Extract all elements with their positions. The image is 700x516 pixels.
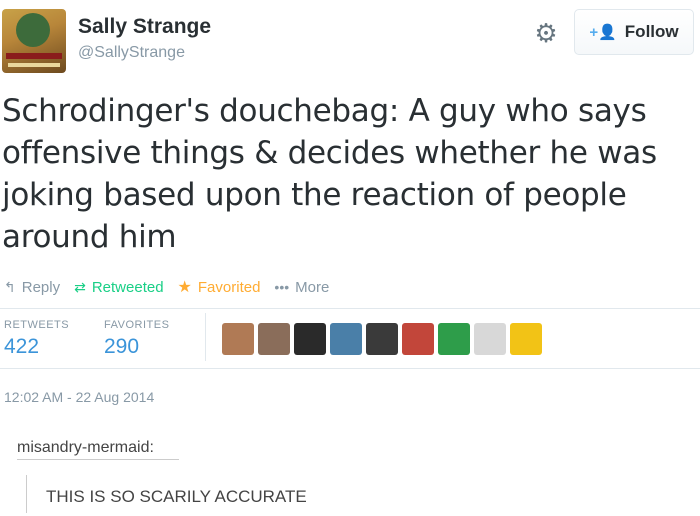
reblog-comment: THIS IS SO SCARILY ACCURATE: [46, 487, 307, 506]
user-name[interactable]: Sally Strange: [78, 15, 211, 39]
reply-label: Reply: [21, 278, 61, 296]
favoriter-avatar[interactable]: [222, 323, 254, 355]
avatar-banner-shape: [8, 63, 60, 67]
tweet-timestamp[interactable]: 12:02 AM - 22 Aug 2014: [4, 389, 154, 405]
star-icon: ★: [177, 279, 192, 296]
gear-icon[interactable]: ⚙: [533, 20, 559, 46]
retweet-action[interactable]: ⇄ Retweeted: [74, 279, 163, 296]
reply-icon: ↰: [4, 278, 16, 295]
more-label: More: [295, 278, 330, 296]
quote-bar: [26, 475, 27, 513]
retweets-count: 422: [4, 335, 40, 358]
favorites-label: FAVORITES: [104, 319, 170, 331]
reblog-username[interactable]: misandry-mermaid:: [17, 439, 154, 457]
retweets-label: RETWEETS: [4, 319, 70, 331]
favoriter-avatar[interactable]: [330, 323, 362, 355]
tweet-text-line: Schrodinger's douchebag: A guy who says: [2, 93, 647, 129]
tweet-actions: ↰ Reply ⇄ Retweeted ★ Favorited ••• More: [4, 276, 343, 298]
tweet-stats: RETWEETS 422 FAVORITES 290: [0, 309, 700, 367]
tweet-text-line: offensive things & decides whether he wa…: [2, 135, 657, 171]
follow-button[interactable]: +👤 Follow: [574, 9, 694, 55]
user-handle[interactable]: @SallyStrange: [78, 44, 185, 62]
reblog-underline: [17, 459, 179, 460]
more-dots-icon: •••: [274, 279, 290, 295]
favoriter-avatar[interactable]: [438, 323, 470, 355]
tweet-text: Schrodinger's douchebag: A guy who says …: [2, 90, 692, 258]
divider: [205, 313, 206, 361]
retweets-stat[interactable]: RETWEETS 422: [4, 319, 69, 359]
retweet-icon: ⇄: [74, 278, 86, 295]
avatar-banner-shape: [6, 53, 62, 59]
divider: [0, 368, 700, 369]
favoriter-avatar[interactable]: [402, 323, 434, 355]
favoriter-avatar[interactable]: [258, 323, 290, 355]
favoriter-avatars: [222, 323, 546, 355]
follow-button-label: Follow: [624, 22, 679, 41]
reply-action[interactable]: ↰ Reply: [4, 279, 60, 296]
favorite-label: Favorited: [197, 278, 261, 296]
retweet-label: Retweeted: [91, 278, 164, 296]
avatar-face-shape: [16, 13, 50, 47]
favoriter-avatar[interactable]: [366, 323, 398, 355]
user-avatar[interactable]: [2, 9, 66, 73]
add-user-icon: +👤: [589, 24, 617, 41]
favorite-action[interactable]: ★ Favorited: [178, 277, 261, 297]
more-action[interactable]: ••• More: [274, 279, 329, 296]
tweet-text-line: around him: [2, 219, 177, 255]
favorites-stat[interactable]: FAVORITES 290: [104, 319, 169, 359]
favorites-count: 290: [104, 335, 140, 358]
favoriter-avatar[interactable]: [474, 323, 506, 355]
tweet-header: Sally Strange @SallyStrange ⚙ +👤 Follow: [0, 0, 700, 80]
favoriter-avatar[interactable]: [294, 323, 326, 355]
tweet-text-line: joking based upon the reaction of people: [2, 177, 627, 213]
favoriter-avatar[interactable]: [510, 323, 542, 355]
